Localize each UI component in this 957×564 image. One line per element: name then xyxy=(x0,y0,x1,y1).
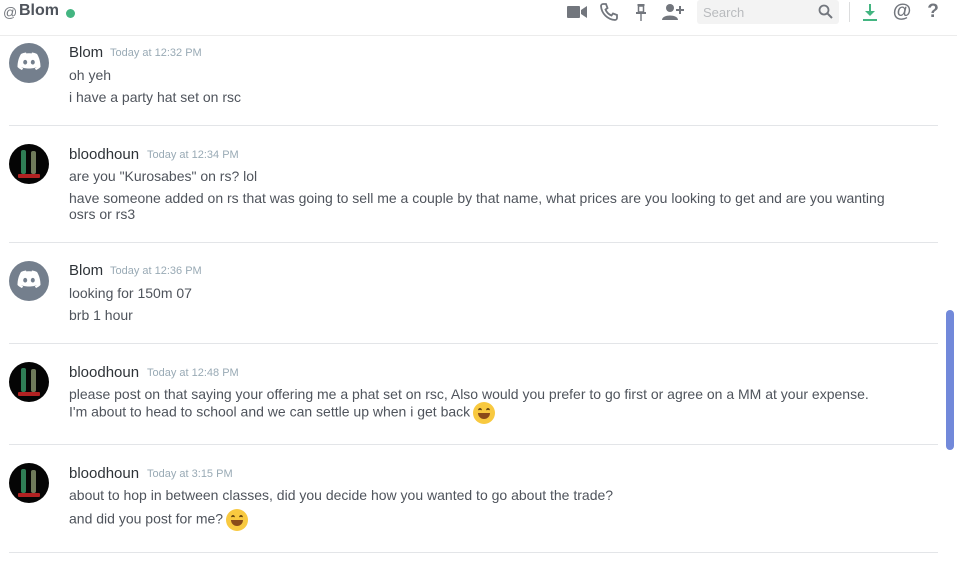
online-status-indicator xyxy=(66,9,75,18)
search-bar[interactable] xyxy=(697,0,839,24)
message-text: I'm about to head to school and we can s… xyxy=(69,403,471,420)
dm-at-symbol: @ xyxy=(3,4,18,20)
avatar-logo xyxy=(18,493,40,497)
message-divider xyxy=(9,444,938,445)
avatar[interactable] xyxy=(9,144,49,184)
message-divider xyxy=(9,125,938,126)
message-text: and did you post for me? xyxy=(69,510,224,527)
timestamp: Today at 12:32 PM xyxy=(110,47,202,59)
help-icon: ? xyxy=(927,1,939,22)
username[interactable]: Blom xyxy=(69,44,103,61)
mentions-button[interactable]: @ xyxy=(890,0,914,24)
voice-call-icon xyxy=(600,3,618,21)
discord-logo-icon xyxy=(17,52,41,70)
grinning-smile-emoji-icon xyxy=(226,509,249,531)
message-text: oh yeh xyxy=(69,67,112,83)
avatar-figure xyxy=(21,368,26,392)
discord-logo-icon xyxy=(17,270,41,288)
avatar[interactable] xyxy=(9,362,49,402)
download-icon xyxy=(863,4,877,21)
message-text: about to hop in between classes, did you… xyxy=(69,487,614,503)
search-input[interactable] xyxy=(703,3,811,21)
avatar[interactable] xyxy=(9,43,49,83)
help-button[interactable]: ? xyxy=(922,0,944,24)
message-text: brb 1 hour xyxy=(69,307,133,323)
message-text: looking for 150m 07 xyxy=(69,285,192,301)
avatar[interactable] xyxy=(9,261,49,301)
message-text: osrs or rs3 xyxy=(69,206,136,222)
timestamp: Today at 12:34 PM xyxy=(147,149,239,161)
timestamp: Today at 3:15 PM xyxy=(147,468,233,480)
download-button[interactable] xyxy=(861,0,879,24)
search-icon xyxy=(818,4,833,19)
avatar-figure xyxy=(31,151,36,174)
grinning-smile-emoji-icon xyxy=(473,402,496,424)
scrollbar-thumb[interactable] xyxy=(946,310,954,450)
message-line: and did you post for me? xyxy=(69,509,249,531)
add-friend-button[interactable] xyxy=(661,0,685,24)
message-text: have someone added on rs that was going … xyxy=(69,190,885,206)
header-divider xyxy=(849,2,850,22)
message-line: I'm about to head to school and we can s… xyxy=(69,402,496,424)
video-call-icon xyxy=(567,6,587,18)
pin-icon xyxy=(636,4,646,21)
channel-header: @ Blom Search @ ? xyxy=(0,0,957,36)
add-friend-icon xyxy=(662,4,684,20)
message-text: i have a party hat set on rsc xyxy=(69,89,241,105)
avatar[interactable] xyxy=(9,463,49,503)
message-divider xyxy=(9,552,938,553)
message-list[interactable]: Blom Today at 12:32 PM oh yeh i have a p… xyxy=(0,36,944,564)
username[interactable]: bloodhoun xyxy=(69,364,139,381)
video-call-button[interactable] xyxy=(566,0,588,24)
mention-icon: @ xyxy=(892,1,912,22)
voice-call-button[interactable] xyxy=(598,0,620,24)
scrollbar-track[interactable] xyxy=(944,36,957,564)
avatar-figure xyxy=(21,469,26,493)
avatar-logo xyxy=(18,174,40,178)
username[interactable]: Blom xyxy=(69,262,103,279)
username[interactable]: bloodhoun xyxy=(69,146,139,163)
channel-title: Blom xyxy=(19,2,59,19)
avatar-figure xyxy=(31,369,36,392)
avatar-logo xyxy=(18,392,40,396)
avatar-figure xyxy=(21,150,26,174)
pinned-messages-button[interactable] xyxy=(632,0,650,24)
message-divider xyxy=(9,242,938,243)
avatar-figure xyxy=(31,470,36,493)
message-text: please post on that saying your offering… xyxy=(69,386,869,402)
timestamp: Today at 12:48 PM xyxy=(147,367,239,379)
username[interactable]: bloodhoun xyxy=(69,465,139,482)
timestamp: Today at 12:36 PM xyxy=(110,265,202,277)
message-divider xyxy=(9,343,938,344)
message-text: are you "Kurosabes" on rs? lol xyxy=(69,168,258,184)
